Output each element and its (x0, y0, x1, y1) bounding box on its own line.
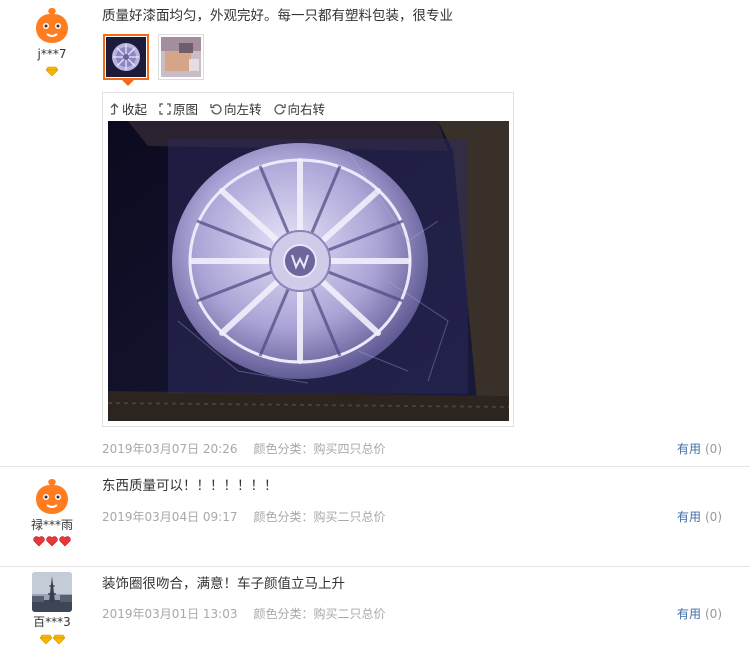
useful-count: (0) (705, 442, 722, 456)
review-text: 东西质量可以！！！！！！！ (102, 478, 278, 494)
review-text: 装饰圈很吻合，满意！车子颜值立马上升 (102, 576, 345, 592)
avatar[interactable] (32, 4, 72, 44)
review-text: 质量好漆面均匀，外观完好。每一只都有塑料包装，很专业 (102, 8, 453, 24)
original-label: 原图 (173, 102, 199, 117)
review-category: 颜色分类：购买二只总价 (253, 510, 386, 524)
rotate-right-label: 向右转 (287, 102, 326, 117)
username: 百***3 (33, 615, 71, 629)
rotate-left-button[interactable]: 向左转 (210, 99, 262, 118)
buyer-level (28, 536, 76, 548)
review-thumbnails (103, 34, 204, 86)
original-image-button[interactable]: 原图 (159, 99, 198, 118)
image-viewer: 收起 原图 向左转 向右转 (102, 92, 514, 427)
useful-button[interactable]: 有用 (0) (677, 440, 722, 457)
red-heart-icon (59, 536, 71, 548)
reviewer-info: j***7 (28, 4, 76, 77)
useful-count: (0) (705, 510, 722, 524)
thumbnail-hubcap[interactable] (103, 34, 149, 86)
review-date: 2019年03月01日 13:03 (102, 607, 238, 621)
rotate-left-label: 向左转 (224, 102, 262, 117)
username: 禄***雨 (30, 518, 73, 532)
expand-icon (159, 102, 171, 115)
username: j***7 (37, 47, 67, 61)
review-meta: 2019年03月04日 09:17 颜色分类：购买二只总价 (102, 508, 386, 525)
red-heart-icon (46, 536, 58, 548)
red-heart-icon (33, 536, 45, 548)
useful-count: (0) (705, 607, 722, 621)
viewer-toolbar: 收起 原图 向左转 向右转 (109, 99, 325, 118)
useful-label: 有用 (676, 442, 701, 456)
rotate-right-icon (273, 103, 286, 115)
collapse-label: 收起 (122, 102, 148, 117)
collapse-arrow-icon (109, 102, 120, 115)
useful-label: 有用 (676, 510, 701, 524)
rotate-left-icon (210, 103, 222, 115)
review-date: 2019年03月04日 09:17 (102, 510, 238, 524)
reviewer-info: 百***3 (28, 572, 76, 645)
review-meta: 2019年03月07日 20:26 颜色分类：购买四只总价 (102, 440, 386, 457)
collapse-button[interactable]: 收起 (109, 99, 147, 118)
buyer-level (28, 633, 76, 645)
review-date: 2019年03月07日 20:26 (102, 442, 238, 456)
avatar[interactable] (32, 475, 72, 515)
review-item: 禄***雨 东西质量可以！！！！！！！ 2019年03月04日 09:17 颜色分… (0, 467, 750, 566)
yellow-diamond-icon (45, 65, 59, 77)
buyer-level (28, 65, 76, 77)
yellow-diamond-icon (52, 633, 65, 645)
useful-label: 有用 (676, 607, 701, 621)
yellow-diamond-icon (39, 633, 52, 645)
useful-button[interactable]: 有用 (0) (677, 508, 722, 525)
avatar[interactable] (32, 572, 72, 612)
review-photo[interactable] (108, 121, 509, 421)
review-item: 百***3 装饰圈很吻合，满意！车子颜值立马上升 2019年03月01日 13:… (0, 567, 750, 651)
review-category: 颜色分类：购买四只总价 (253, 442, 386, 456)
review-item: j***7 质量好漆面均匀，外观完好。每一只都有塑料包装，很专业 收起 原图 向… (0, 0, 750, 466)
useful-button[interactable]: 有用 (0) (677, 605, 722, 622)
rotate-right-button[interactable]: 向右转 (273, 99, 326, 118)
reviewer-info: 禄***雨 (28, 475, 76, 548)
review-category: 颜色分类：购买二只总价 (253, 607, 386, 621)
thumbnail-box[interactable] (158, 34, 204, 80)
review-meta: 2019年03月01日 13:03 颜色分类：购买二只总价 (102, 605, 386, 622)
